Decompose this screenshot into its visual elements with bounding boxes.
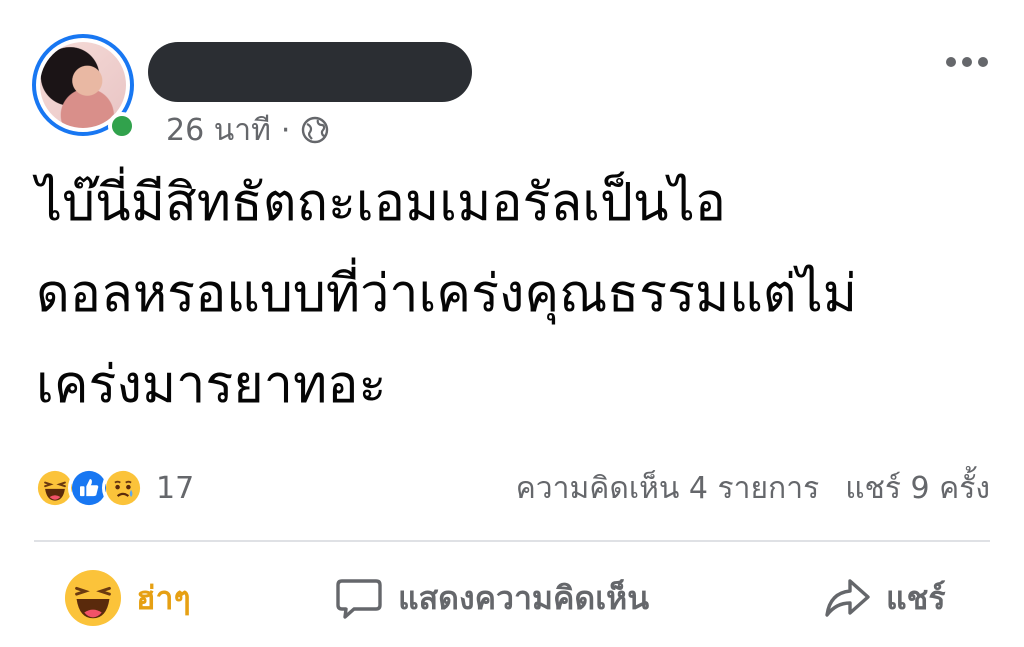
comment-button-label: แสดงความคิดเห็น [398,578,650,617]
post-text: ไบ๊นี่มีสิทธัตถะเอมเมอรัลเป็นไอ ดอลหรอแบ… [36,173,858,415]
share-count-link[interactable]: แชร์ 9 ครั้ง [845,465,990,512]
post-meta: 26 นาที · [166,110,330,150]
share-button[interactable]: แชร์ [822,560,946,636]
post-time[interactable]: 26 นาที [166,107,271,154]
reactions-summary[interactable]: 17 [34,466,194,510]
share-icon [822,573,872,623]
comment-count-link[interactable]: ความคิดเห็น 4 รายการ [516,465,819,512]
post-stats: ความคิดเห็น 4 รายการ แชร์ 9 ครั้ง [516,466,990,510]
reaction-count: 17 [156,470,195,506]
author-name-redacted[interactable] [148,42,472,102]
haha-button-label: ฮ่าๆ [136,578,191,617]
comment-icon [334,573,384,623]
comment-button[interactable]: แสดงความคิดเห็น [334,560,649,636]
sad-icon [102,467,144,509]
meta-separator: · [280,112,291,148]
action-bar: ฮ่าๆ แสดงความคิดเห็น แชร์ [0,560,1024,636]
more-options-icon[interactable] [946,52,994,72]
divider [34,540,990,542]
haha-button-icon [64,569,122,627]
globe-icon[interactable] [300,115,330,145]
online-status-dot [108,112,136,140]
share-button-label: แชร์ [886,578,946,617]
post-card: 26 นาที · ไบ๊นี่มีสิทธัตถะเอมเมอรัลเป็นไ… [0,0,1024,647]
haha-reaction-button[interactable]: ฮ่าๆ [64,560,191,636]
avatar[interactable] [32,34,142,144]
